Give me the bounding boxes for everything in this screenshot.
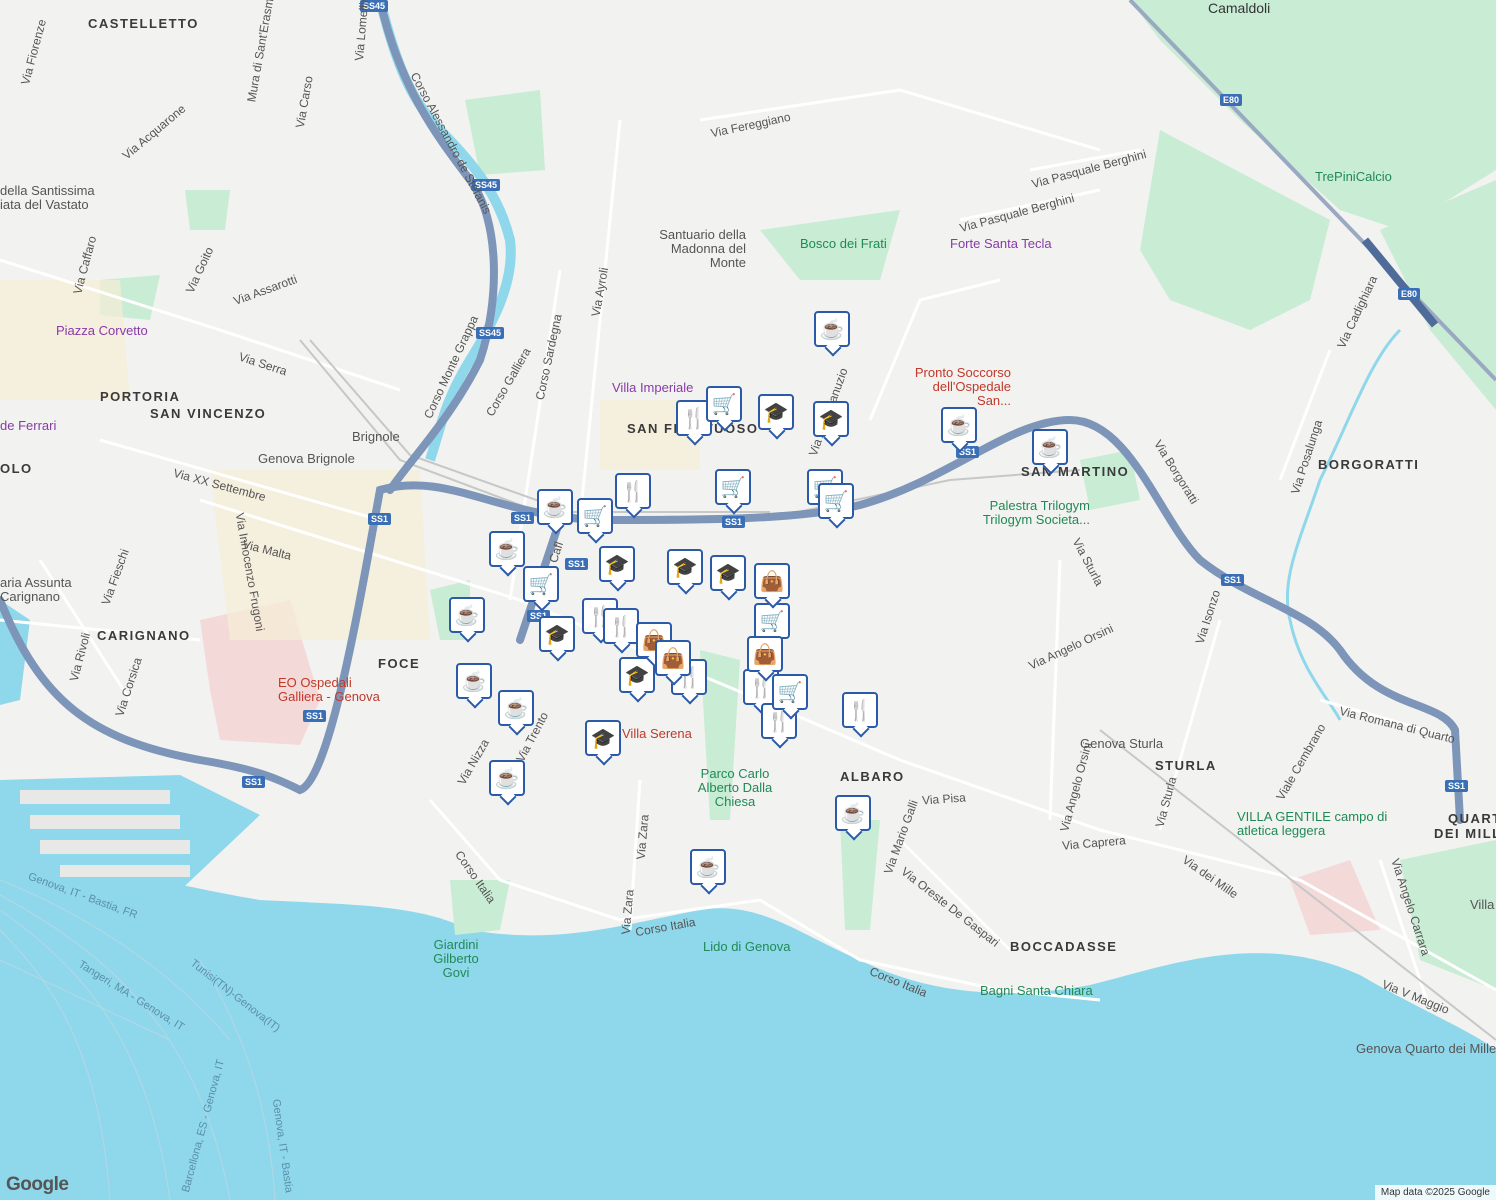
poi-brignole-metro[interactable]: Brignole xyxy=(352,429,400,444)
road-shield: SS1 xyxy=(1221,574,1245,586)
poi-bosco-dei-frati[interactable]: Bosco dei Frati xyxy=(800,236,887,251)
shopping-marker[interactable]: 👜 xyxy=(655,640,691,676)
place-label: Camaldoli xyxy=(1208,0,1271,16)
poi-forte-santa-tecla[interactable]: Forte Santa Tecla xyxy=(950,236,1052,251)
district-label: ALBARO xyxy=(840,769,905,784)
poi-palestra-trilogym[interactable]: Palestra Trilogym Trilogym Societa... xyxy=(970,499,1090,527)
poi-genova-sturla[interactable]: Genova Sturla xyxy=(1080,736,1163,751)
poi-villa-gentile[interactable]: VILLA GENTILE campo di atletica leggera xyxy=(1237,810,1397,838)
cafe-marker[interactable]: ☕ xyxy=(456,663,492,699)
grocery-marker[interactable]: 🛒 xyxy=(577,498,613,534)
hospital-area-2 xyxy=(1290,860,1380,935)
road-shield: SS1 xyxy=(368,513,392,525)
road-shield: SS45 xyxy=(476,327,505,339)
cafe-marker[interactable]: ☕ xyxy=(537,489,573,525)
district-label: PORTORIA xyxy=(100,389,181,404)
school-marker[interactable]: 🎓 xyxy=(813,401,849,437)
school-marker[interactable]: 🎓 xyxy=(599,546,635,582)
poi-piazza-corvetto[interactable]: Piazza Corvetto xyxy=(56,323,148,338)
poi-giardini-govi[interactable]: Giardini Gilberto Govi xyxy=(428,938,484,980)
school-marker[interactable]: 🎓 xyxy=(539,616,575,652)
cafe-marker[interactable]: ☕ xyxy=(449,597,485,633)
poi-santissima-annunziata[interactable]: della Santissima iata del Vastato xyxy=(0,184,100,212)
cafe-marker[interactable]: ☕ xyxy=(690,849,726,885)
google-logo: Google xyxy=(6,1174,69,1195)
cafe-marker[interactable]: ☕ xyxy=(941,407,977,443)
district-label: STURLA xyxy=(1155,758,1217,773)
grocery-marker[interactable]: 🛒 xyxy=(772,674,808,710)
poi-parco-dalla-chiesa[interactable]: Parco Carlo Alberto Dalla Chiesa xyxy=(690,767,780,809)
district-label: CASTELLETTO xyxy=(88,16,199,31)
road-shield: E80 xyxy=(1398,288,1421,300)
shopping-marker[interactable]: 👜 xyxy=(747,636,783,672)
map-attribution: Map data ©2025 Google xyxy=(1374,1185,1496,1200)
cafe-marker[interactable]: ☕ xyxy=(835,795,871,831)
restaurant-marker[interactable]: 🍴 xyxy=(842,692,878,728)
poi-genova-brignole[interactable]: Genova Brignole xyxy=(258,451,355,466)
map-canvas[interactable] xyxy=(0,0,1496,1200)
district-label: SAN MARTINO xyxy=(1021,464,1130,479)
cafe-marker[interactable]: ☕ xyxy=(1032,429,1068,465)
poi-ospedali-galliera[interactable]: EO Ospedali Galliera - Genova xyxy=(278,676,393,704)
school-marker[interactable]: 🎓 xyxy=(585,720,621,756)
poi-villa-imperiale[interactable]: Villa Imperiale xyxy=(612,380,693,395)
poi-santuario[interactable]: Santuario della Madonna del Monte xyxy=(648,228,746,270)
district-label: SAN VINCENZO xyxy=(150,406,267,421)
school-marker[interactable]: 🎓 xyxy=(710,555,746,591)
poi-villa-serena[interactable]: Villa Serena xyxy=(622,726,692,741)
district-label: DEI MILLE xyxy=(1434,826,1496,841)
road-shield: SS1 xyxy=(303,710,327,722)
grocery-marker[interactable]: 🛒 xyxy=(715,469,751,505)
poi-assunta-carignano[interactable]: aria Assunta Carignano xyxy=(0,576,80,604)
cafe-marker[interactable]: ☕ xyxy=(498,690,534,726)
district-label: BORGORATTI xyxy=(1318,457,1420,472)
poi-trepinicalcio[interactable]: TrePiniCalcio xyxy=(1315,169,1392,184)
cafe-marker[interactable]: ☕ xyxy=(814,311,850,347)
restaurant-marker[interactable]: 🍴 xyxy=(603,608,639,644)
district-label: CARIGNANO xyxy=(97,628,191,643)
poi-de-ferrari[interactable]: de Ferrari xyxy=(0,418,56,433)
poi-lido-di-genova[interactable]: Lido di Genova xyxy=(703,939,790,954)
cafe-marker[interactable]: ☕ xyxy=(489,531,525,567)
grocery-marker[interactable]: 🛒 xyxy=(706,386,742,422)
shopping-marker[interactable]: 👜 xyxy=(754,563,790,599)
restaurant-marker[interactable]: 🍴 xyxy=(615,473,651,509)
road-shield: SS1 xyxy=(242,776,266,788)
road-shield: E80 xyxy=(1220,94,1243,106)
poi-villa-s[interactable]: Villa S xyxy=(1470,897,1496,912)
cafe-marker[interactable]: ☕ xyxy=(489,760,525,796)
district-label: QUARTO xyxy=(1448,811,1496,826)
road-shield: SS1 xyxy=(1445,780,1469,792)
district-label: OLO xyxy=(0,461,33,476)
road-shield: SS1 xyxy=(722,516,746,528)
poi-bagni-santa-chiara[interactable]: Bagni Santa Chiara xyxy=(980,983,1093,998)
road-shield: SS1 xyxy=(511,512,535,524)
poi-quarto-dei-mille[interactable]: Genova Quarto dei Mille xyxy=(1356,1041,1496,1056)
poi-pronto-soccorso[interactable]: Pronto Soccorso dell'Ospedale San... xyxy=(896,366,1011,408)
road-shield: SS1 xyxy=(565,558,589,570)
district-label: FOCE xyxy=(378,656,421,671)
school-marker[interactable]: 🎓 xyxy=(667,549,703,585)
district-label: BOCCADASSE xyxy=(1010,939,1118,954)
grocery-marker[interactable]: 🛒 xyxy=(523,566,559,602)
grocery-marker[interactable]: 🛒 xyxy=(818,483,854,519)
school-marker[interactable]: 🎓 xyxy=(758,394,794,430)
sea-area xyxy=(0,858,1496,1200)
